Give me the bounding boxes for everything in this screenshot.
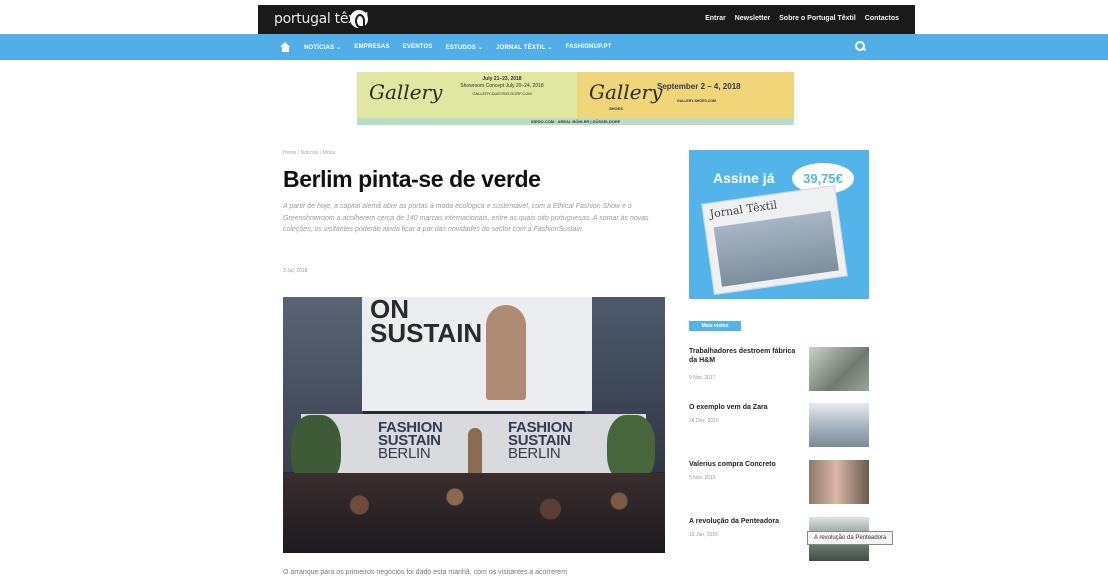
logo-mark-icon[interactable] [350, 10, 368, 28]
banner-left-dates: July 21–23, 2018 Showroom Concept July 2… [437, 76, 567, 97]
news-title[interactable]: Trabalhadores destroem fábrica da H&M [689, 347, 799, 365]
subscription-ad[interactable]: Assine já 39,75€ ano Jornal Têxtil [689, 150, 869, 299]
article-title: Berlim pinta-se de verde [283, 166, 541, 192]
news-date: 24 Dez, 2015 [689, 418, 719, 424]
tooltip: A revolução da Penteadora [807, 531, 894, 545]
banner-right-dates: September 2 – 4, 2018 [657, 82, 741, 91]
article-date: 3 Jul, 2018 [283, 268, 308, 274]
article-image: ON SUSTAIN FASHION SUSTAIN BERLIN FASHIO… [283, 297, 665, 553]
ad-newspaper-title: Jornal Têxtil [708, 198, 778, 221]
image-projection-screen: ON SUSTAIN [362, 297, 592, 411]
advertising-banner[interactable]: Gallery July 21–23, 2018 Showroom Concep… [357, 72, 794, 125]
image-audience [283, 473, 665, 553]
ad-newspaper-image: Jornal Têxtil [701, 185, 848, 295]
banner-right-logo: Gallery [589, 80, 663, 104]
banner-bottom-strip: IGEDO.COM · AREAL BÖHLER | DÜSSELDORF [357, 118, 794, 125]
top-link-entrar[interactable]: Entrar [705, 15, 726, 22]
news-title[interactable]: Valerius compra Concreto [689, 460, 799, 469]
ad-newspaper-photo [713, 210, 839, 287]
image-speaker-figure [486, 305, 526, 400]
article-body-start: O arranque para os primeiros negócios fo… [283, 569, 568, 576]
breadcrumb[interactable]: Home / Notícias / Moda [283, 150, 335, 156]
home-icon[interactable] [280, 42, 291, 52]
banner-left-site: GALLERY-DUESSELDORF.COM [472, 91, 532, 96]
news-thumbnail[interactable] [809, 347, 869, 391]
banner-right-label: SHOES [609, 106, 624, 111]
search-icon[interactable] [855, 41, 865, 51]
banner-right-site: GALLERY-SHOES.COM [677, 99, 716, 103]
top-links: Entrar Newsletter Sobre o Portugal Têxti… [705, 15, 899, 22]
news-item[interactable]: Valerius compra Concreto 5 Nov, 2015 [689, 460, 869, 506]
image-stage-text-right: FASHION SUSTAIN BERLIN [508, 420, 573, 461]
banner-left-logo: Gallery [369, 80, 443, 104]
news-date: 19 Jan, 2016 [689, 532, 718, 538]
top-link-contactos[interactable]: Contactos [865, 15, 899, 22]
ad-title: Assine já [713, 170, 775, 186]
main-navigation: NOTÍCIAS ⌄ EMPRESAS EVENTOS ESTUDOS ⌄ JO… [0, 34, 1108, 60]
top-link-newsletter[interactable]: Newsletter [735, 15, 770, 22]
nav-item-jornal-textil[interactable]: JORNAL TÊXTIL ⌄ [496, 44, 552, 51]
nav-item-eventos[interactable]: EVENTOS [403, 44, 433, 50]
nav-item-estudos[interactable]: ESTUDOS ⌄ [446, 44, 484, 51]
most-read-label: Mais vistos [689, 321, 741, 331]
news-title[interactable]: O exemplo vem da Zara [689, 403, 799, 412]
news-date: 5 Nov, 2015 [689, 475, 716, 481]
top-bar: portugal têxtil Entrar Newsletter Sobre … [258, 5, 915, 34]
banner-left-subdates: Showroom Concept July 20–24, 2018 [460, 83, 544, 89]
news-item[interactable]: O exemplo vem da Zara 24 Dez, 2015 [689, 403, 869, 449]
image-screen-text-main: SUSTAIN [370, 318, 483, 348]
banner-left-panel: Gallery July 21–23, 2018 Showroom Concep… [357, 72, 577, 118]
news-item[interactable]: Trabalhadores destroem fábrica da H&M 9 … [689, 347, 869, 393]
nav-item-fashionup[interactable]: FASHIONUP.PT [566, 44, 612, 50]
banner-left-main-dates: July 21–23, 2018 [482, 76, 522, 82]
news-date: 9 Nov, 2017 [689, 375, 716, 381]
nav-item-noticias[interactable]: NOTÍCIAS ⌄ [304, 44, 341, 51]
banner-right-panel: Gallery SHOES September 2 – 4, 2018 GALL… [577, 72, 794, 118]
image-stage-speaker [468, 428, 482, 478]
news-thumbnail[interactable] [809, 460, 869, 504]
article-lead: A partir de hoje, a capital alemã abre a… [283, 203, 649, 233]
top-link-sobre[interactable]: Sobre o Portugal Têxtil [779, 15, 856, 22]
news-thumbnail[interactable] [809, 403, 869, 447]
news-title[interactable]: A revolução da Penteadora [689, 517, 799, 526]
nav-item-empresas[interactable]: EMPRESAS [354, 44, 389, 50]
image-screen-text: ON SUSTAIN [370, 297, 483, 348]
image-stage-text-left: FASHION SUSTAIN BERLIN [378, 420, 443, 461]
